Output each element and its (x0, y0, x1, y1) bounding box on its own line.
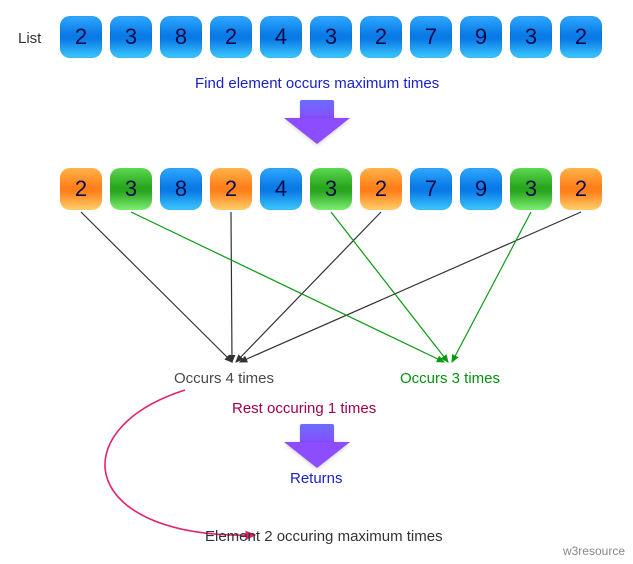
list-top-item: 2 (560, 16, 602, 58)
list-top-item: 4 (260, 16, 302, 58)
list-bottom-item: 4 (260, 168, 302, 210)
list-bottom-item: 2 (210, 168, 252, 210)
down-arrow-icon (284, 424, 350, 468)
list-top-item: 2 (360, 16, 402, 58)
occurs-4-label: Occurs 4 times (174, 370, 274, 387)
returns-label: Returns (290, 470, 343, 487)
list-bottom-item: 3 (510, 168, 552, 210)
list-top-item: 8 (160, 16, 202, 58)
list-top-item: 3 (310, 16, 352, 58)
list-bottom-item: 3 (310, 168, 352, 210)
list-top-item: 9 (460, 16, 502, 58)
watermark: w3resource (563, 544, 625, 558)
result-label: Element 2 occuring maximum times (205, 528, 443, 545)
list-top-item: 7 (410, 16, 452, 58)
rest-label: Rest occuring 1 times (232, 400, 376, 417)
list-bottom-item: 9 (460, 168, 502, 210)
down-arrow-icon (284, 100, 350, 144)
occurs-3-label: Occurs 3 times (400, 370, 500, 387)
list-bottom-item: 8 (160, 168, 202, 210)
diagram-canvas: List 2 3 8 2 4 3 2 7 9 3 2 Find element … (0, 0, 633, 564)
list-bottom-item: 2 (560, 168, 602, 210)
list-bottom-item: 2 (60, 168, 102, 210)
list-bottom-item: 3 (110, 168, 152, 210)
list-top-item: 2 (60, 16, 102, 58)
list-top-item: 3 (510, 16, 552, 58)
list-bottom-item: 7 (410, 168, 452, 210)
list-label: List (18, 30, 41, 47)
list-top-item: 3 (110, 16, 152, 58)
list-top-item: 2 (210, 16, 252, 58)
find-caption: Find element occurs maximum times (195, 75, 439, 92)
list-bottom-item: 2 (360, 168, 402, 210)
